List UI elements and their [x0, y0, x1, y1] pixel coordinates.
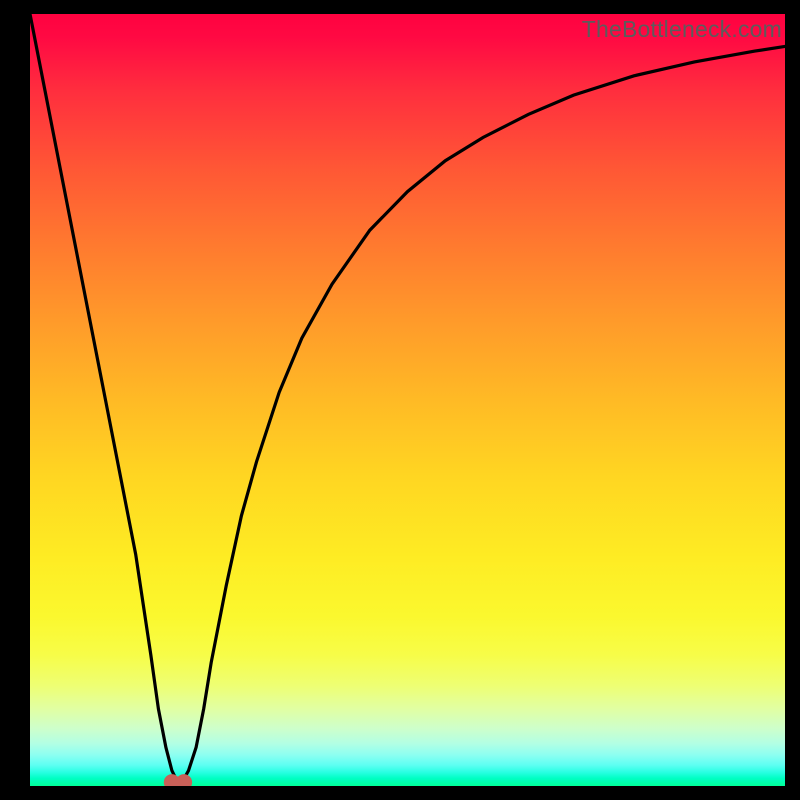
bottleneck-curve — [30, 14, 785, 786]
curve-marker-right: ● — [173, 762, 196, 786]
plot-area: ● ● — [30, 14, 785, 786]
watermark-text: TheBottleneck.com — [582, 16, 782, 43]
chart-frame: ● ● TheBottleneck.com — [0, 0, 800, 800]
